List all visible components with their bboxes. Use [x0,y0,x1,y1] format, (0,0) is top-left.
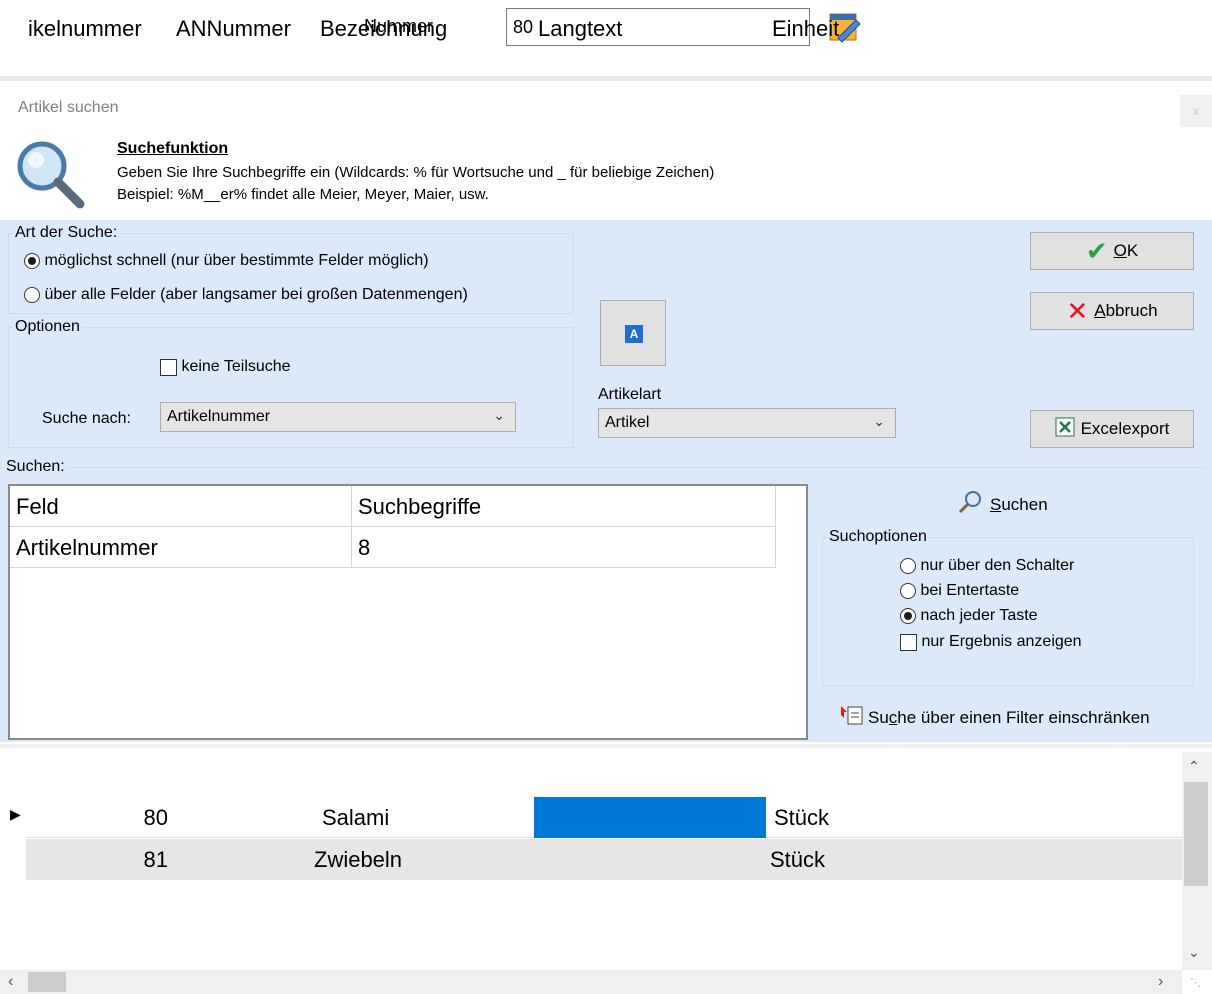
radio-icon[interactable] [24,253,40,269]
grid-cell[interactable]: Stück [766,839,1066,880]
select-value: Artikelnummer [167,408,271,425]
search-criteria-grid[interactable]: Feld Suchbegriffe Artikelnummer 8 [8,484,808,740]
divider [0,744,1212,748]
radio-label: nach jeder Taste [920,607,1038,624]
chevron-down-icon: ⌄ [873,413,885,429]
grid-cell[interactable]: Salami [318,797,532,838]
keine-teilsuche-checkbox[interactable]: keine Teilsuche [160,358,291,376]
row-selector-arrow-icon: ▶ [10,806,21,822]
scrollbar-thumb[interactable] [28,972,66,992]
radio-jeder-taste[interactable]: nach jeder Taste [900,607,1038,625]
hint-text: Geben Sie Ihre Suchbegriffe ein (Wildcar… [117,164,715,181]
abbruch-accel: A [1094,301,1106,320]
checkbox-icon[interactable] [900,633,917,651]
column-header[interactable]: Bezeichnung [318,4,532,52]
grid-cell[interactable]: Zwiebeln [310,839,524,880]
group-legend: Art der Suche: [15,224,118,241]
suchen-button[interactable]: Suchen [958,490,1048,519]
group-legend: Suchoptionen [829,528,927,545]
suchen-label: uchen [1001,494,1048,514]
select-value: Artikel [605,414,650,431]
divider [0,76,1212,81]
filter-label-b: he über einen Filter einschränken [897,707,1150,727]
nur-ergebnis-checkbox[interactable]: nur Ergebnis anzeigen [900,633,1082,651]
letter-a-icon: A [625,325,643,343]
dialog-title: Artikel suchen [18,99,119,116]
filter-label-a: Su [868,707,889,727]
chevron-right-icon[interactable]: › [1158,973,1163,991]
hint-example: Beispiel: %M__er% findet alle Meier, Mey… [117,186,489,203]
artikelart-select[interactable]: Artikel ⌄ [598,408,896,438]
grid-cell[interactable]: 81 [26,839,172,880]
suche-nach-label: Suche nach: [42,410,131,427]
grid-cell[interactable] [534,839,766,880]
abbruch-button[interactable]: ✕ Abbruch [1030,292,1194,330]
group-legend: Optionen [15,318,80,335]
radio-schnell[interactable]: möglichst schnell (nur über bestimmte Fe… [24,252,429,270]
artikelart-image-button[interactable]: A [600,300,666,366]
abbruch-label: bbruch [1105,301,1158,320]
table-row[interactable]: Artikelnummer 8 [10,527,776,568]
radio-icon[interactable] [900,583,916,599]
x-icon: ✕ [1066,296,1089,326]
checkmark-icon: ✔ [1085,236,1108,266]
excel-icon [1055,417,1075,442]
column-header[interactable]: ikelnummer [26,4,174,52]
magnifier-icon [10,136,90,221]
grid-cell[interactable]: 80 [26,797,172,838]
radio-label: möglichst schnell (nur über bestimmte Fe… [44,252,429,269]
column-header[interactable]: Suchbegriffe [352,486,776,527]
radio-icon[interactable] [900,608,916,624]
grid-cell[interactable]: Artikelnummer [10,527,352,568]
artikelart-label: Artikelart [598,386,662,403]
ok-label: K [1126,241,1139,260]
close-button[interactable]: x [1180,95,1212,127]
horizontal-scrollbar[interactable] [0,970,1182,994]
excelexport-label: Excelexport [1080,419,1170,438]
radio-icon[interactable] [900,558,916,574]
checkbox-label: keine Teilsuche [181,358,291,375]
grid-cell[interactable]: 8 [352,527,776,568]
suche-nach-select[interactable]: Artikelnummer ⌄ [160,402,516,432]
chevron-left-icon[interactable]: ‹ [8,973,13,991]
column-header-text: ANNummer [176,16,291,41]
radio-alle-felder[interactable]: über alle Felder (aber langsamer bei gro… [24,286,468,304]
radio-entertaste[interactable]: bei Entertaste [900,582,1019,600]
radio-label: über alle Felder (aber langsamer bei gro… [44,286,468,303]
chevron-down-icon[interactable]: ⌄ [1188,944,1200,961]
grid-header-row: Feld Suchbegriffe [10,486,776,527]
grid-cell[interactable]: Stück [770,797,1070,838]
grid-cell-selected[interactable] [534,797,766,838]
radio-label: bei Entertaste [920,582,1020,599]
radio-icon[interactable] [24,287,40,303]
checkbox-label: nur Ergebnis anzeigen [921,633,1082,650]
column-header[interactable]: Feld [10,486,352,527]
grid-cell[interactable] [174,797,314,838]
scrollbar-thumb[interactable] [1184,782,1208,886]
filter-document-icon [840,704,864,731]
excelexport-button[interactable]: Excelexport [1030,410,1194,448]
ok-accel: O [1113,241,1127,260]
search-icon [958,490,984,519]
column-header[interactable]: Langtext [536,4,768,52]
suchen-accel: S [990,494,1002,514]
checkbox-icon[interactable] [160,358,177,376]
hint-title: Suchefunktion [117,140,229,157]
radio-label: nur über den Schalter [920,557,1075,574]
grid-cell[interactable] [174,839,314,880]
chevron-up-icon[interactable]: ⌃ [1188,758,1200,775]
chevron-down-icon: ⌄ [493,407,505,423]
resize-grip-icon[interactable]: ⋱ [1190,976,1201,989]
column-header[interactable]: ANNummer [174,4,314,52]
group-legend: Suchen: [6,458,65,475]
radio-nur-schalter[interactable]: nur über den Schalter [900,557,1074,575]
column-header-text: ikelnummer [28,16,142,41]
filter-button[interactable]: Suche über einen Filter einschränken [840,704,1150,731]
column-header[interactable]: Einheit [770,4,1070,52]
ok-button[interactable]: ✔ OK [1030,232,1194,270]
